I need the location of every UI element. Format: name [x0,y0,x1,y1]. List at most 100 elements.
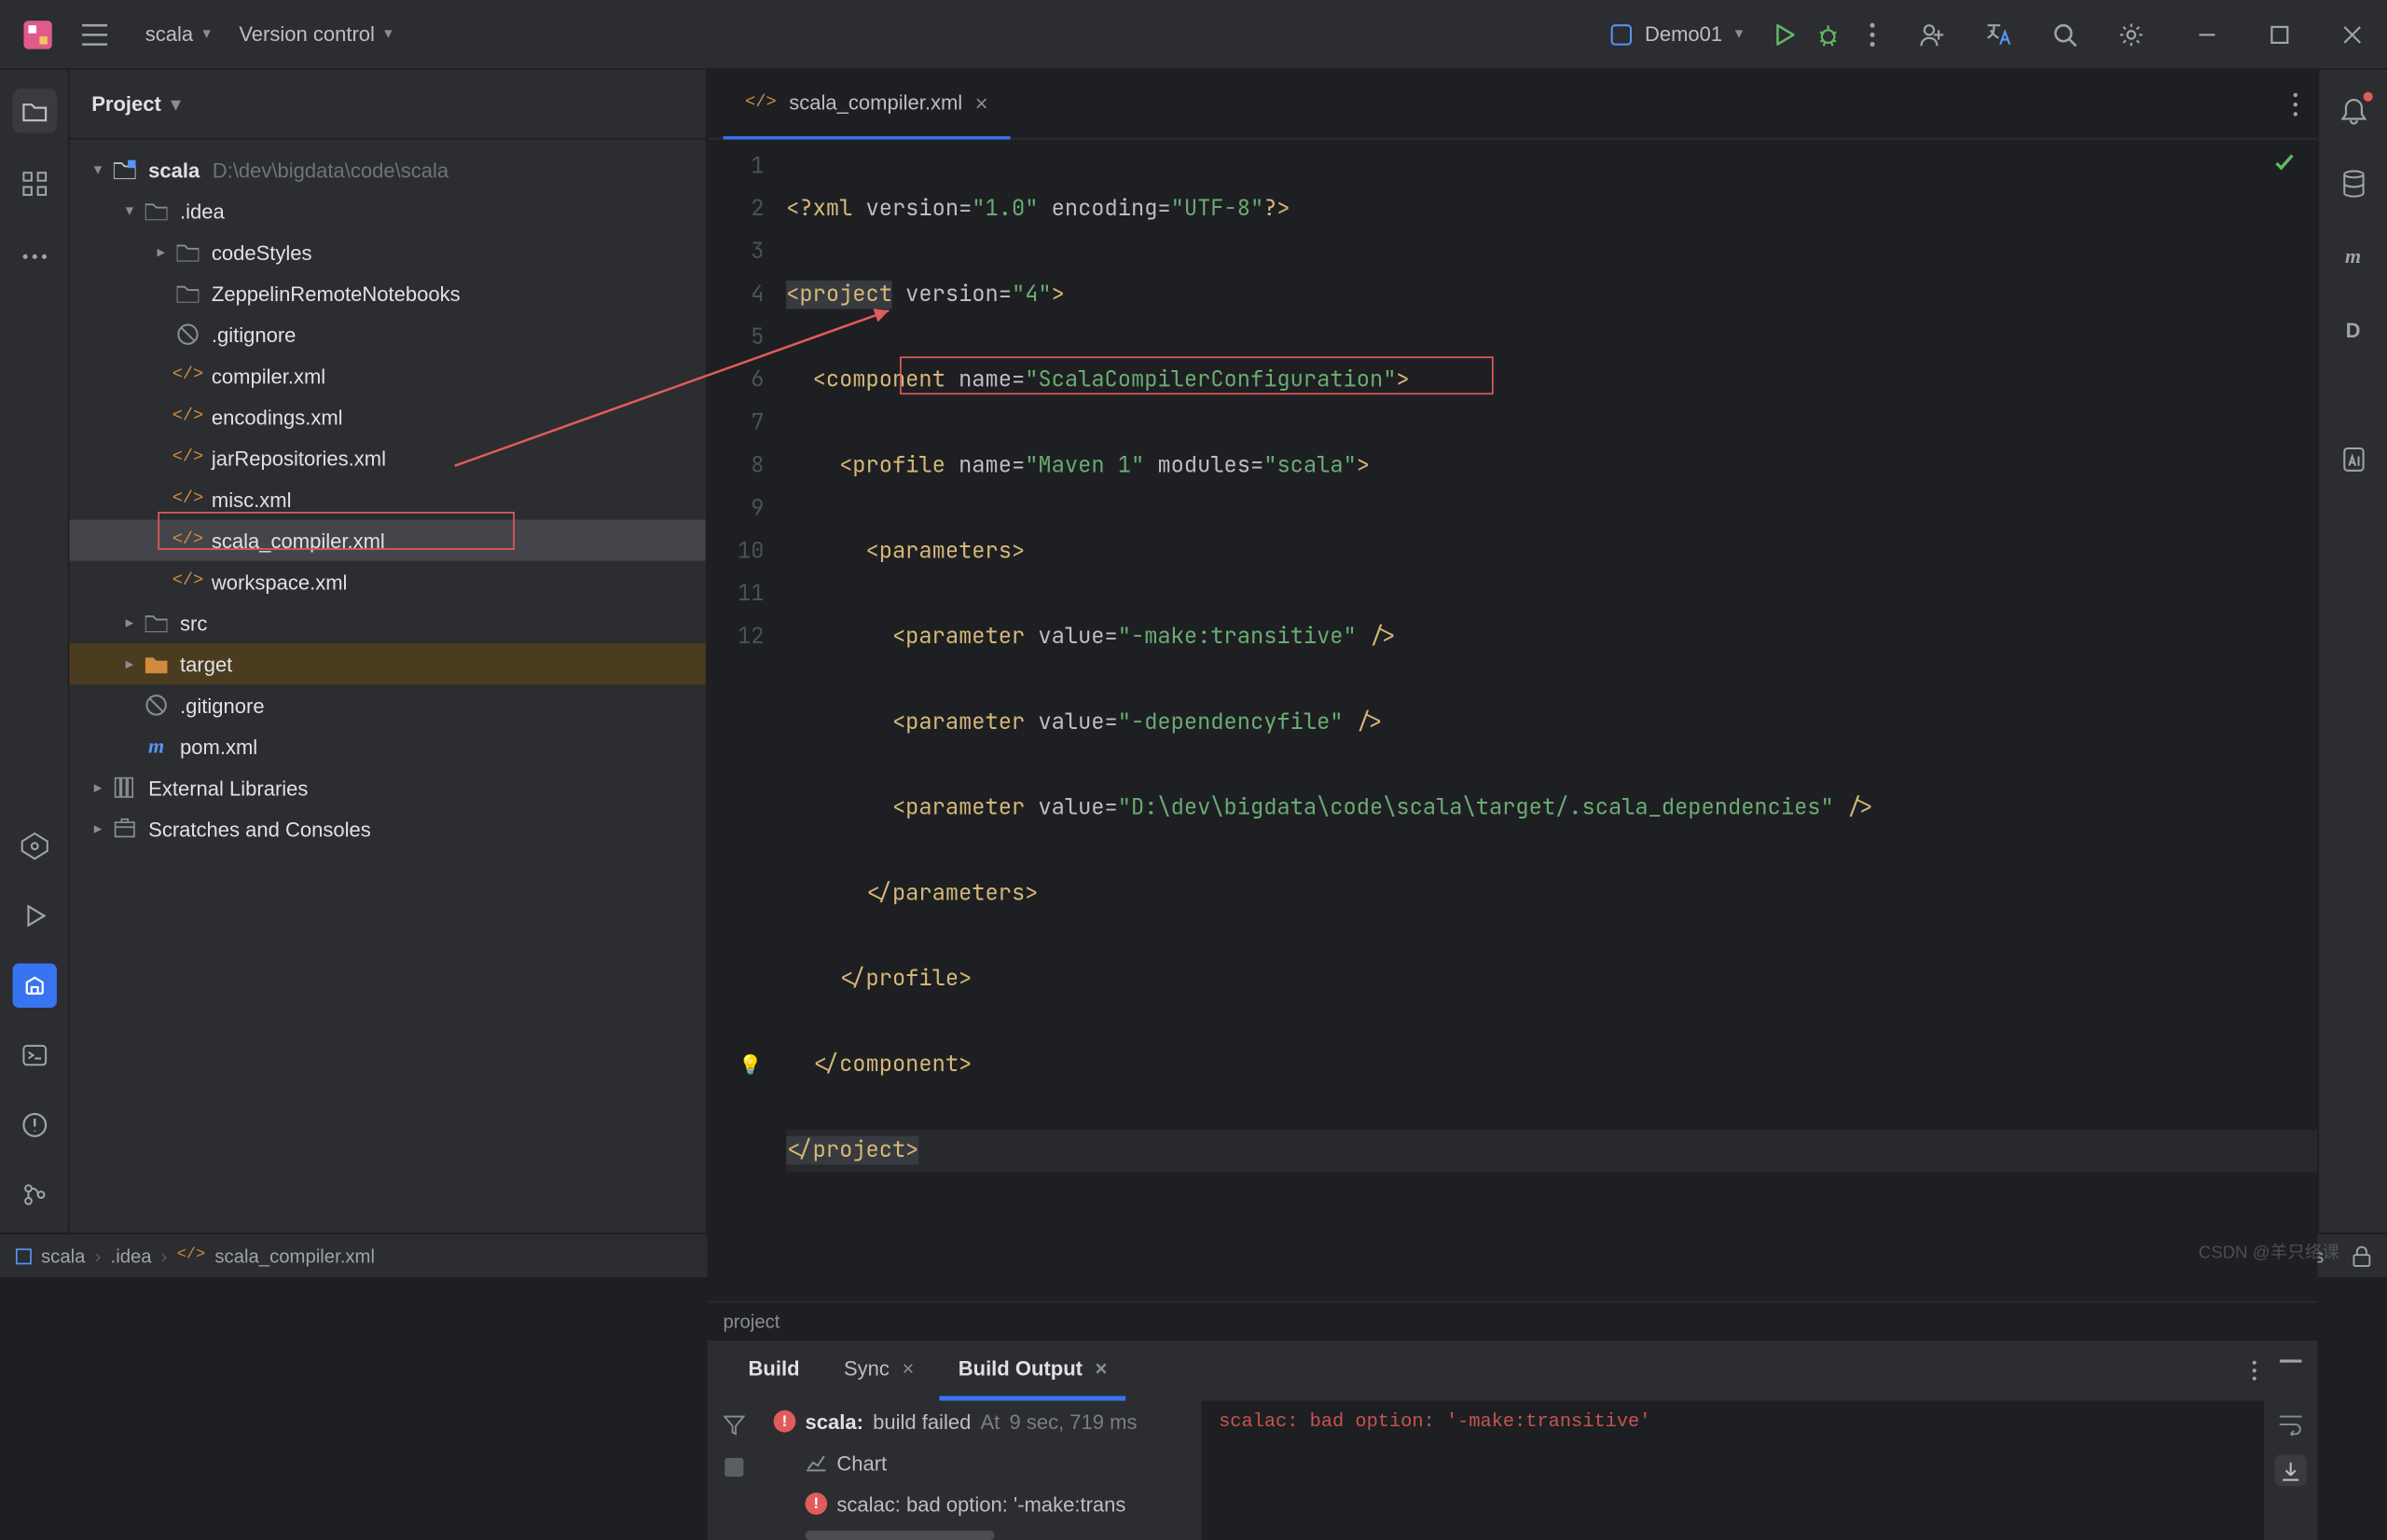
translate-button[interactable] [1977,12,2021,57]
file-label: workspace.xml [212,570,348,593]
panel-more-button[interactable] [2251,1359,2257,1382]
build-panel: Build Sync× Build Output× ! [708,1339,2318,1540]
main-menu-button[interactable] [73,12,117,57]
tree-file-workspace[interactable]: </> workspace.xml [69,561,705,602]
tree-scratches[interactable]: ▸ Scratches and Consoles [69,808,705,849]
crumb[interactable]: scala [41,1244,85,1267]
tree-folder-zeppelin[interactable]: ZeppelinRemoteNotebooks [69,272,705,313]
tree-file-misc[interactable]: </> misc.xml [69,478,705,519]
root-name: scala [148,158,200,181]
ai-tool-button[interactable] [2331,437,2375,482]
soft-wrap-button[interactable] [2278,1413,2303,1436]
minimize-button[interactable] [2185,12,2228,57]
expand-icon[interactable]: ▾ [117,202,142,220]
chevron-down-icon[interactable]: ▾ [171,91,181,117]
readonly-icon[interactable] [2353,1244,2371,1267]
more-actions-button[interactable] [1850,12,1894,57]
tree-folder-target[interactable]: ▸ target [69,643,705,684]
project-breadcrumb[interactable]: scala ▾ [145,22,211,46]
build-message-error[interactable]: ! scalac: bad option: '-make:trans [761,1483,1201,1524]
tab-more-button[interactable] [2292,91,2298,117]
scroll-to-end-button[interactable] [2275,1454,2307,1486]
expand-icon[interactable]: ▸ [85,820,110,838]
build-message-root[interactable]: ! scala: build failed At 9 sec, 719 ms [761,1401,1201,1442]
build-console[interactable]: scalac: bad option: '-make:transitive' [1203,1401,2264,1540]
close-icon[interactable]: × [1096,1356,1108,1380]
intention-bulb-icon[interactable]: 💡 [738,1044,762,1087]
build-messages-tree[interactable]: ! scala: build failed At 9 sec, 719 ms C… [761,1401,1203,1540]
structure-tool-button[interactable] [12,161,56,206]
run-config-selector[interactable]: Demo01 ▾ [1610,22,1744,46]
tree-file-scala-compiler[interactable]: </> scala_compiler.xml [69,520,705,561]
tree-folder-idea[interactable]: ▾ .idea [69,190,705,231]
error-icon: ! [774,1410,796,1433]
editor-breadcrumb[interactable]: project [708,1300,2318,1339]
build-tool-button[interactable] [12,963,56,1008]
close-window-button[interactable] [2330,12,2374,57]
close-icon[interactable]: × [902,1356,914,1380]
folder-label: target [180,652,232,675]
tree-root[interactable]: ▾ scala D:\dev\bigdata\code\scala [69,149,705,190]
notifications-button[interactable] [2331,89,2375,133]
services-tool-button[interactable] [12,824,56,869]
scratches-icon [111,818,139,840]
debug-button[interactable] [1806,12,1850,57]
project-tool-button[interactable] [12,89,56,133]
breadcrumb-item[interactable]: project [723,1310,780,1332]
build-message-chart[interactable]: Chart [761,1442,1201,1483]
folder-label: src [180,611,207,634]
maven-tool-button[interactable]: m [2331,235,2375,280]
more-tools-button[interactable] [12,235,56,280]
code-content[interactable]: <?xml version="1.0" encoding="UTF-8"?> <… [786,140,2317,1301]
code-editor[interactable]: 123456789101112 <?xml version="1.0" enco… [708,140,2318,1301]
dependency-tool-button[interactable]: D [2331,308,2375,352]
tree-external-libs[interactable]: ▸ External Libraries [69,767,705,808]
line-gutter: 123456789101112 [708,140,787,1301]
folder-label: codeStyles [212,241,312,264]
expand-icon[interactable]: ▾ [85,161,110,179]
crumb[interactable]: .idea [111,1244,152,1267]
expand-icon[interactable]: ▸ [117,614,142,632]
tree-file-encodings[interactable]: </> encodings.xml [69,396,705,437]
tree-file-gitignore2[interactable]: .gitignore [69,684,705,725]
settings-button[interactable] [2109,12,2153,57]
tree-file-pom[interactable]: m pom.xml [69,725,705,766]
close-tab-button[interactable]: × [975,89,988,115]
folder-icon [142,613,170,632]
tree-folder-codestyles[interactable]: ▸ codeStyles [69,231,705,272]
terminal-tool-button[interactable] [12,1033,56,1078]
nav-breadcrumbs[interactable]: scala › .idea › </> scala_compiler.xml [16,1244,375,1267]
vcs-breadcrumb[interactable]: Version control ▾ [239,22,392,46]
editor-tab[interactable]: </> scala_compiler.xml × [723,69,1010,139]
folder-icon [142,654,170,673]
tree-folder-src[interactable]: ▸ src [69,602,705,643]
build-tab-output[interactable]: Build Output× [939,1341,1125,1401]
tree-file-gitignore[interactable]: .gitignore [69,314,705,355]
tree-file-compiler[interactable]: </> compiler.xml [69,355,705,396]
tree-file-jarrepos[interactable]: </> jarRepositories.xml [69,437,705,478]
run-tool-button[interactable] [12,894,56,939]
xml-icon: </> [173,407,201,426]
expand-icon[interactable]: ▸ [148,243,173,261]
maximize-button[interactable] [2257,12,2301,57]
inspection-ok-icon[interactable] [2273,152,2296,174]
project-tree[interactable]: ▾ scala D:\dev\bigdata\code\scala ▾ .ide… [69,140,705,1233]
search-button[interactable] [2043,12,2087,57]
stop-button[interactable] [724,1458,743,1477]
git-tool-button[interactable] [12,1173,56,1217]
run-button[interactable] [1762,12,1806,57]
scrollbar-thumb[interactable] [805,1531,994,1540]
build-tab-sync[interactable]: Sync× [825,1341,933,1401]
panel-minimize-button[interactable] [2280,1359,2302,1382]
filter-button[interactable] [723,1413,745,1436]
code-with-me-button[interactable] [1911,12,1954,57]
database-tool-button[interactable] [2331,161,2375,206]
xml-icon: </> [173,448,201,467]
crumb[interactable]: scala_compiler.xml [214,1244,375,1267]
build-tab-build[interactable]: Build [729,1341,819,1401]
problems-tool-button[interactable] [12,1103,56,1148]
expand-icon[interactable]: ▸ [117,655,142,673]
expand-icon[interactable]: ▸ [85,778,110,796]
run-config-name: Demo01 [1645,22,1722,46]
editor-area: </> scala_compiler.xml × 123456789101112… [708,70,2318,1340]
